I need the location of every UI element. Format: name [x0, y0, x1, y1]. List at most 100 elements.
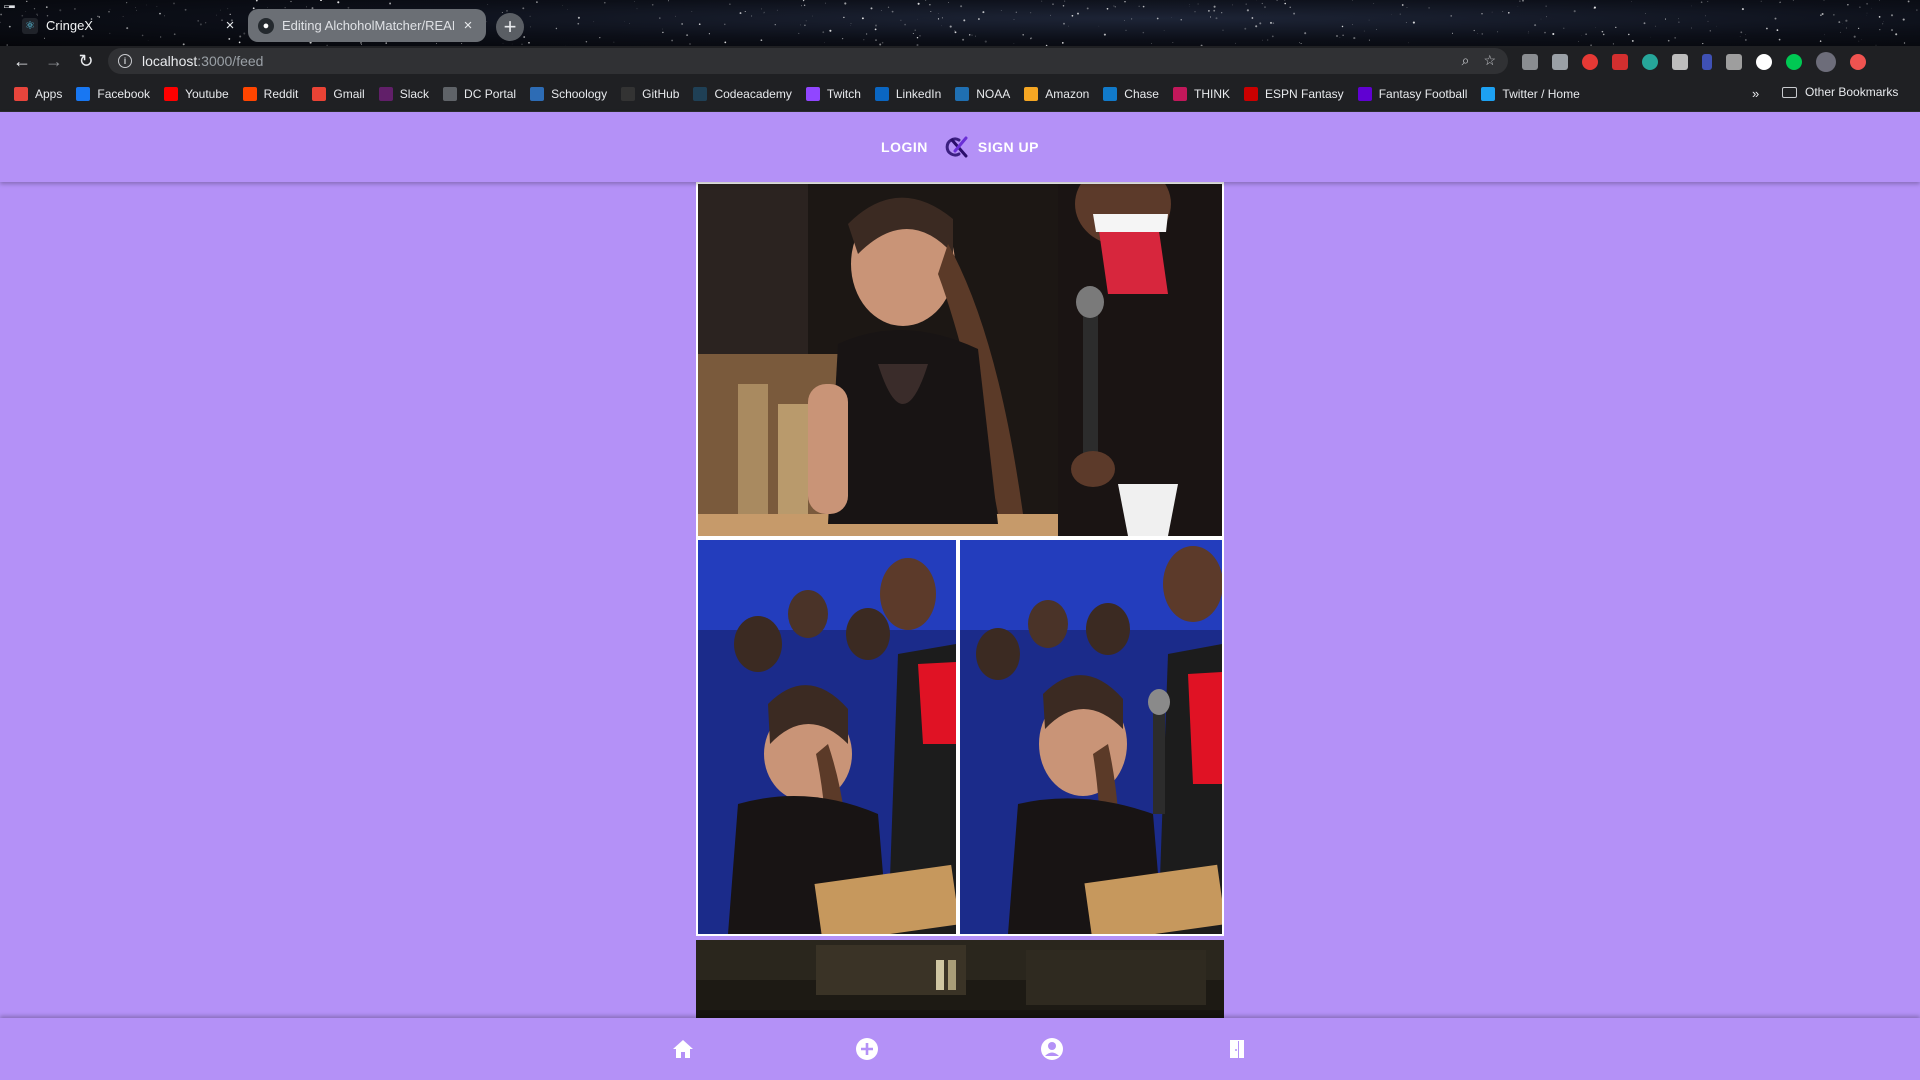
bookmark-github[interactable]: GitHub	[621, 86, 680, 101]
other-bookmarks-label: Other Bookmarks	[1805, 85, 1899, 99]
signup-link[interactable]: SIGN UP	[978, 139, 1039, 155]
post-card[interactable]	[696, 182, 1224, 936]
other-bookmarks-button[interactable]: Other Bookmarks	[1782, 85, 1898, 99]
extension-icon[interactable]	[1642, 54, 1658, 70]
tab-title: Editing AlchoholMatcher/READ	[282, 18, 454, 33]
bookmark-twitch[interactable]: Twitch	[805, 86, 861, 101]
extension-icon[interactable]	[1672, 54, 1688, 70]
bookmark-label: Reddit	[263, 86, 299, 101]
bookmark-star-icon[interactable]: ☆	[1483, 52, 1496, 69]
url-host: localhost	[142, 53, 198, 69]
tab-github-editing[interactable]: ● Editing AlchoholMatcher/READ ×	[248, 9, 486, 42]
url-path: :3000/feed	[197, 53, 264, 69]
bookmark-label: GitHub	[642, 86, 680, 101]
extension-icon[interactable]	[1702, 54, 1712, 70]
yahoo-icon	[1357, 86, 1372, 101]
tab-cringex[interactable]: ⚛ CringeX ×	[12, 9, 248, 42]
reload-icon[interactable]: ↻	[70, 46, 102, 76]
feed	[696, 182, 1224, 1018]
bookmark-dc-portal[interactable]: DC Portal	[443, 86, 517, 101]
bookmark-label: Apps	[35, 86, 63, 101]
extension-icon[interactable]	[1850, 54, 1866, 70]
codecademy-icon	[693, 86, 708, 101]
bookmark-linkedin[interactable]: LinkedIn	[874, 86, 942, 101]
espn-icon	[1243, 86, 1258, 101]
post-card[interactable]	[696, 940, 1224, 1018]
more-bookmarks-button[interactable]: »	[1752, 86, 1759, 101]
bookmark-youtube[interactable]: Youtube	[164, 86, 229, 101]
login-link[interactable]: LOGIN	[881, 139, 928, 155]
bookmark-codeacademy[interactable]: Codeacademy	[693, 86, 792, 101]
cringex-logo-icon[interactable]	[942, 134, 968, 160]
bookmark-label: Amazon	[1045, 86, 1090, 101]
extensions-row	[1522, 52, 1866, 72]
avatar[interactable]	[1816, 52, 1836, 72]
slack-icon	[378, 86, 393, 101]
bookmark-reddit[interactable]: Reddit	[242, 86, 299, 101]
folder-icon	[1782, 86, 1797, 98]
chase-icon	[1103, 86, 1118, 101]
info-icon[interactable]: i	[118, 54, 132, 68]
bookmark-label: NOAA	[976, 86, 1011, 101]
bookmark-facebook[interactable]: Facebook	[76, 86, 151, 101]
tab-title: CringeX	[46, 18, 93, 33]
bookmark-schoology[interactable]: Schoology	[530, 86, 608, 101]
facebook-icon	[76, 86, 91, 101]
linkedin-icon	[874, 86, 889, 101]
bookmark-apps[interactable]: Apps	[14, 86, 63, 101]
bookmark-noaa[interactable]: NOAA	[955, 86, 1011, 101]
bottom-navigation	[0, 1018, 1920, 1080]
bookmark-label: Twitch	[826, 86, 861, 101]
bookmark-twitter-home[interactable]: Twitter / Home	[1481, 86, 1580, 101]
extension-icon[interactable]	[1582, 54, 1598, 70]
zoom-icon[interactable]: ⌕	[1462, 52, 1470, 69]
react-icon: ⚛	[22, 17, 38, 34]
extension-icon[interactable]	[1612, 54, 1628, 70]
bookmark-label: Codeacademy	[714, 86, 792, 101]
extension-icon[interactable]	[1726, 54, 1742, 70]
door-exit-icon[interactable]	[1224, 1036, 1250, 1062]
bookmark-label: DC Portal	[464, 86, 517, 101]
bookmark-chase[interactable]: Chase	[1103, 86, 1159, 101]
browser-toolbar: ← → ↻ i localhost:3000/feed ⌕ ☆	[0, 46, 1920, 76]
home-icon[interactable]	[670, 1036, 696, 1062]
close-icon[interactable]: ×	[222, 17, 238, 34]
github-icon	[621, 86, 636, 101]
extension-icon[interactable]	[1786, 54, 1802, 70]
new-tab-button[interactable]: +	[496, 13, 524, 41]
reddit-icon	[242, 86, 257, 101]
bookmark-think[interactable]: THINK	[1172, 86, 1230, 101]
bookmark-gmail[interactable]: Gmail	[312, 86, 365, 101]
browser-tab-strip: ▭▬ ⚛ CringeX × ● Editing AlchoholMatcher…	[0, 0, 1920, 46]
globe-icon	[443, 86, 458, 101]
plus-circle-icon[interactable]	[854, 1036, 880, 1062]
address-bar[interactable]: i localhost:3000/feed ⌕ ☆	[108, 48, 1508, 74]
bookmark-label: Slack	[399, 86, 430, 101]
twitch-icon	[805, 86, 820, 101]
schoology-icon	[530, 86, 545, 101]
bookmarks-bar: Apps Facebook Youtube Reddit Gmail Slack DC Po…	[0, 76, 1920, 112]
extension-icon[interactable]	[1756, 54, 1772, 70]
account-circle-icon[interactable]	[1039, 1036, 1065, 1062]
bookmark-label: ESPN Fantasy	[1264, 86, 1344, 101]
back-arrow-icon[interactable]: ←	[6, 46, 38, 76]
bookmark-espn-fantasy[interactable]: ESPN Fantasy	[1243, 86, 1344, 101]
bookmark-label: Twitter / Home	[1502, 86, 1580, 101]
post-image[interactable]	[696, 940, 1224, 1018]
bookmark-label: LinkedIn	[895, 86, 942, 101]
bookmark-fantasy-football[interactable]: Fantasy Football	[1357, 86, 1467, 101]
github-icon: ●	[258, 17, 274, 34]
extension-icon[interactable]	[1552, 54, 1568, 70]
post-image[interactable]	[698, 184, 1222, 934]
bookmark-label: Facebook	[97, 86, 151, 101]
close-icon[interactable]: ×	[460, 17, 476, 34]
bookmark-label: Chase	[1124, 86, 1159, 101]
bookmark-amazon[interactable]: Amazon	[1024, 86, 1090, 101]
forward-arrow-icon[interactable]: →	[38, 46, 70, 76]
bookmark-label: THINK	[1193, 86, 1230, 101]
noaa-icon	[955, 86, 970, 101]
bookmark-slack[interactable]: Slack	[378, 86, 430, 101]
bookmark-label: Youtube	[185, 86, 229, 101]
extension-icon[interactable]	[1522, 54, 1538, 70]
bookmark-label: Schoology	[551, 86, 608, 101]
